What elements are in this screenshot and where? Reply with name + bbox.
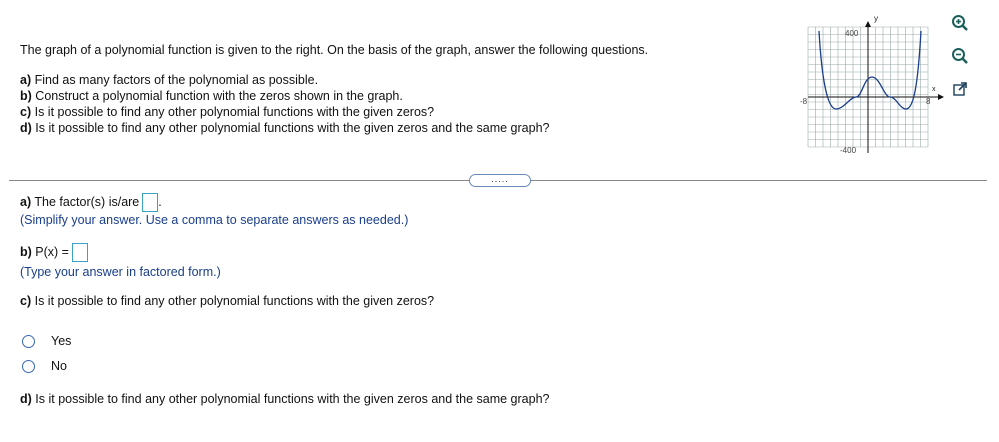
- y-axis-arrow: [865, 21, 871, 27]
- question-item-c: c) Is it possible to find any other poly…: [20, 105, 435, 119]
- part-a-hint: (Simplify your answer. Use a comma to se…: [20, 213, 409, 227]
- radio-no[interactable]: [22, 359, 35, 373]
- part-a-prompt: a) The factor(s) is/are.: [20, 193, 162, 212]
- radio-yes[interactable]: [22, 334, 35, 348]
- zoom-out-icon[interactable]: [949, 45, 971, 67]
- x-axis-label: x: [932, 86, 936, 93]
- option-no[interactable]: No: [22, 359, 67, 373]
- y-min-tick-label: -400: [840, 146, 857, 155]
- graph-toolbar: [949, 12, 973, 111]
- option-no-label: No: [51, 359, 67, 373]
- pop-out-icon[interactable]: [949, 78, 971, 100]
- part-a-answer-box[interactable]: [142, 193, 159, 212]
- y-axis-label: y: [874, 14, 878, 23]
- part-d-prompt: d) Is it possible to find any other poly…: [20, 392, 550, 406]
- zoom-in-icon[interactable]: [949, 12, 971, 34]
- x-min-tick-label: -8: [800, 97, 808, 106]
- question-item-b: b) Construct a polynomial function with …: [20, 89, 403, 103]
- y-max-tick-label: 400: [845, 29, 859, 38]
- polynomial-graph: y x 400 -400 -8 8: [800, 13, 945, 163]
- option-yes-label: Yes: [51, 334, 72, 348]
- x-axis-arrow: [938, 94, 944, 100]
- x-max-tick-label: 8: [926, 97, 931, 106]
- question-item-a: a) Find as many factors of the polynomia…: [20, 73, 319, 87]
- part-c-prompt: c) Is it possible to find any other poly…: [20, 294, 435, 308]
- option-yes[interactable]: Yes: [22, 334, 71, 348]
- question-intro: The graph of a polynomial function is gi…: [20, 43, 649, 57]
- question-list: a) Find as many factors of the polynomia…: [20, 72, 549, 136]
- expand-button[interactable]: .....: [469, 174, 531, 187]
- part-b-hint: (Type your answer in factored form.): [20, 265, 221, 279]
- part-b-answer-box[interactable]: [71, 243, 88, 262]
- question-item-d: d) Is it possible to find any other poly…: [20, 121, 550, 135]
- part-b-prompt: b) P(x) =: [20, 243, 88, 262]
